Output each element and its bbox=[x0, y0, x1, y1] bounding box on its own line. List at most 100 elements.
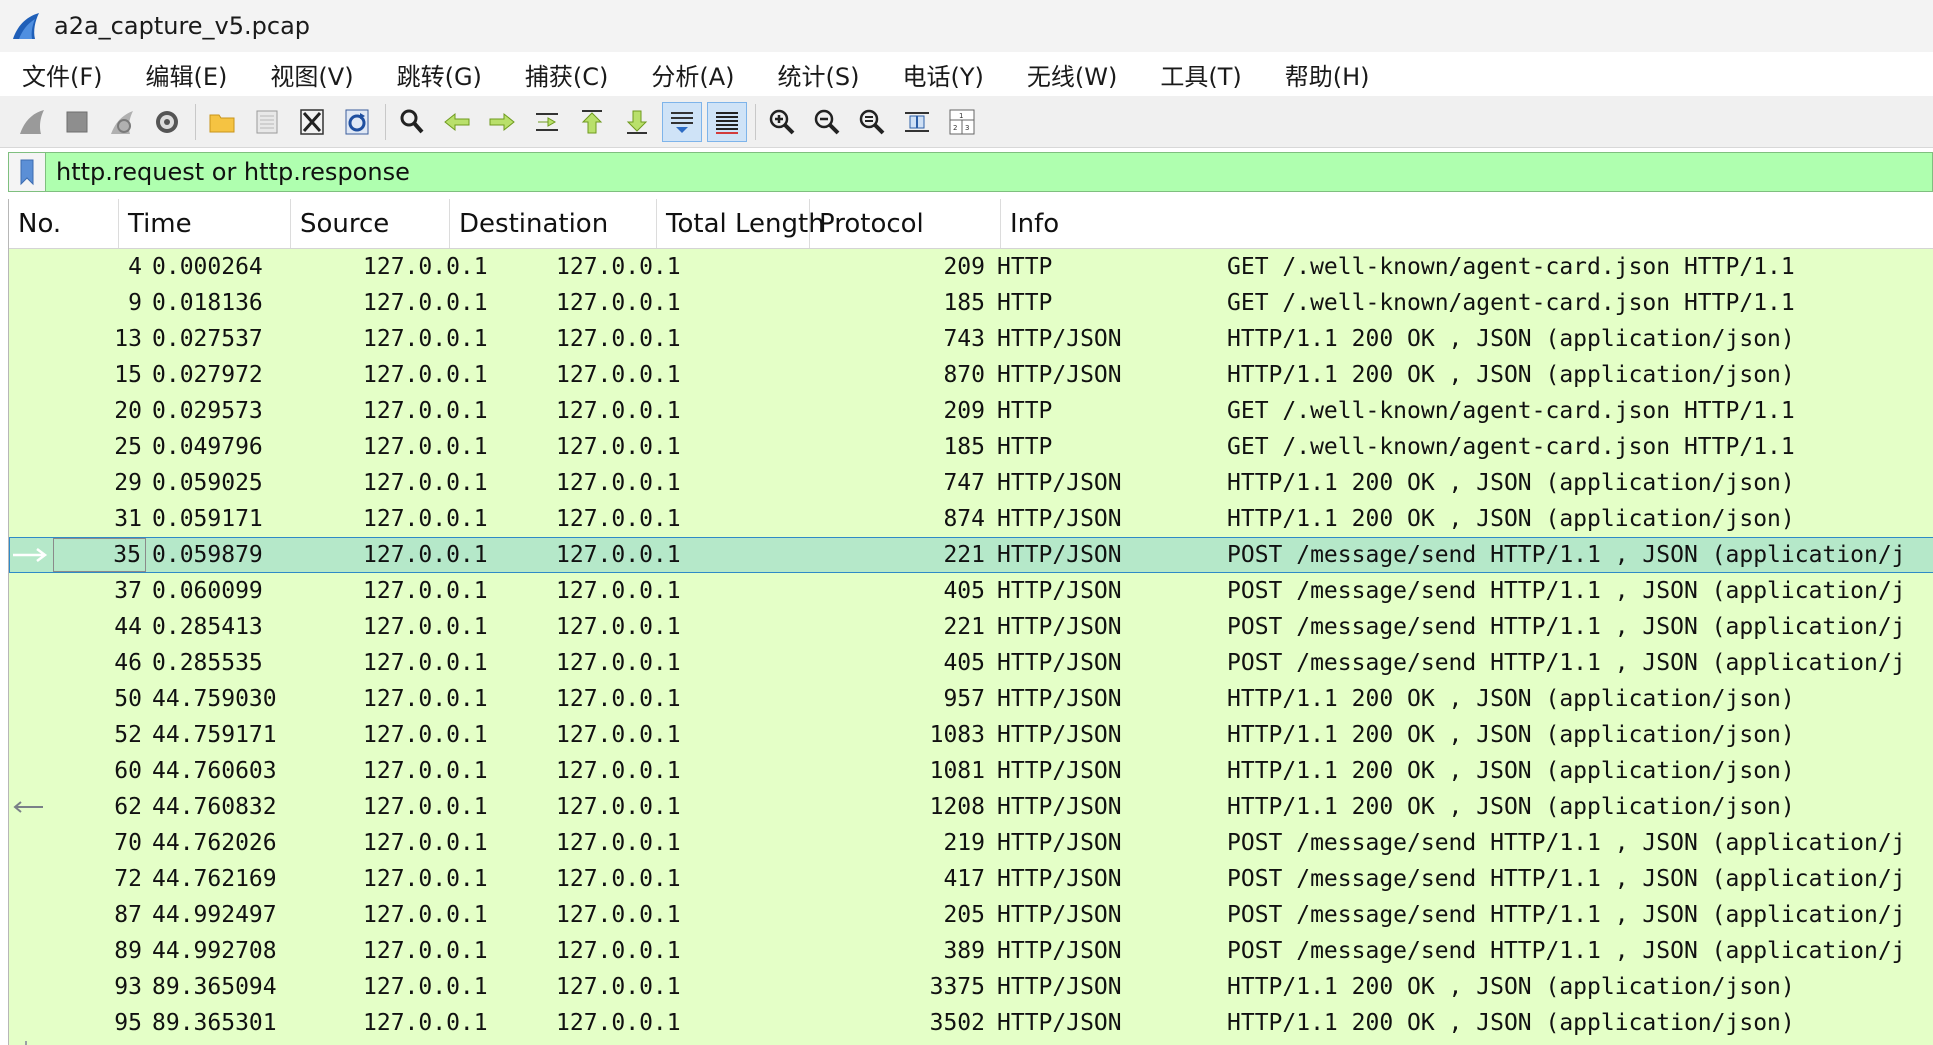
cell-no: 37 bbox=[114, 578, 142, 604]
cell-no: 72 bbox=[114, 866, 142, 892]
table-row[interactable]: 52 44.759171 127.0.0.1 127.0.0.1 1083 HT… bbox=[9, 717, 1933, 753]
cell-destination: 127.0.0.1 bbox=[556, 470, 681, 496]
table-row[interactable]: 4 0.000264 127.0.0.1 127.0.0.1 209 HTTP … bbox=[9, 249, 1933, 285]
table-row[interactable]: 37 0.060099 127.0.0.1 127.0.0.1 405 HTTP… bbox=[9, 573, 1933, 609]
cell-source: 127.0.0.1 bbox=[363, 470, 488, 496]
go-first-icon[interactable] bbox=[572, 102, 612, 142]
menu-telephony[interactable]: 电话(Y) bbox=[881, 57, 1005, 92]
table-row[interactable]: 29 0.059025 127.0.0.1 127.0.0.1 747 HTTP… bbox=[9, 465, 1933, 501]
zoom-in-icon[interactable] bbox=[762, 102, 802, 142]
column-header-info[interactable]: Info bbox=[1001, 199, 1933, 248]
cell-protocol: HTTP/JSON bbox=[997, 1010, 1122, 1036]
display-filter-bar bbox=[8, 152, 1933, 192]
cell-total-length: 209 bbox=[943, 398, 985, 424]
table-row[interactable]: 13 0.027537 127.0.0.1 127.0.0.1 743 HTTP… bbox=[9, 321, 1933, 357]
cell-time: 0.029573 bbox=[152, 398, 263, 424]
table-row[interactable]: 62 44.760832 127.0.0.1 127.0.0.1 1208 HT… bbox=[9, 789, 1933, 825]
zoom-out-icon[interactable] bbox=[807, 102, 847, 142]
colorize-icon[interactable] bbox=[707, 101, 747, 142]
menu-wireless[interactable]: 无线(W) bbox=[1005, 57, 1138, 92]
menu-capture[interactable]: 捕获(C) bbox=[503, 57, 629, 92]
table-row[interactable]: 70 44.762026 127.0.0.1 127.0.0.1 219 HTT… bbox=[9, 825, 1933, 861]
cell-no: 60 bbox=[114, 758, 142, 784]
table-row[interactable]: 50 44.759030 127.0.0.1 127.0.0.1 957 HTT… bbox=[9, 681, 1933, 717]
close-file-icon[interactable] bbox=[292, 102, 332, 142]
layout-panes-icon[interactable]: 123 bbox=[942, 102, 982, 142]
cell-source: 127.0.0.1 bbox=[363, 578, 488, 604]
toolbar-separator bbox=[755, 103, 756, 140]
cell-total-length: 1208 bbox=[929, 794, 985, 820]
cell-time: 0.049796 bbox=[152, 434, 263, 460]
filter-bookmark-icon[interactable] bbox=[9, 153, 46, 191]
cell-source: 127.0.0.1 bbox=[363, 650, 488, 676]
cell-total-length: 389 bbox=[943, 938, 985, 964]
cell-no: 13 bbox=[114, 326, 142, 352]
cell-total-length: 1081 bbox=[929, 758, 985, 784]
menu-go[interactable]: 跳转(G) bbox=[375, 57, 503, 92]
table-row[interactable]: 60 44.760603 127.0.0.1 127.0.0.1 1081 HT… bbox=[9, 753, 1933, 789]
reload-file-icon[interactable] bbox=[337, 102, 377, 142]
cell-time: 0.059025 bbox=[152, 470, 263, 496]
find-packet-icon[interactable] bbox=[392, 102, 432, 142]
auto-scroll-icon[interactable] bbox=[662, 101, 702, 142]
cell-destination: 127.0.0.1 bbox=[556, 938, 681, 964]
table-row[interactable]: 15 0.027972 127.0.0.1 127.0.0.1 870 HTTP… bbox=[9, 357, 1933, 393]
cell-source: 127.0.0.1 bbox=[363, 542, 488, 568]
save-file-icon[interactable] bbox=[247, 102, 287, 142]
menu-statistics[interactable]: 统计(S) bbox=[756, 57, 881, 92]
table-row[interactable]: 93 89.365094 127.0.0.1 127.0.0.1 3375 HT… bbox=[9, 969, 1933, 1005]
cell-info: HTTP/1.1 200 OK , JSON (application/json… bbox=[1227, 1010, 1795, 1036]
cell-protocol: HTTP bbox=[997, 254, 1053, 280]
restart-icon[interactable] bbox=[102, 102, 142, 142]
capture-options-icon[interactable] bbox=[147, 102, 187, 142]
table-row[interactable]: 95 89.365301 127.0.0.1 127.0.0.1 3502 HT… bbox=[9, 1005, 1933, 1041]
table-row[interactable]: 31 0.059171 127.0.0.1 127.0.0.1 874 HTTP… bbox=[9, 501, 1933, 537]
table-row[interactable]: 20 0.029573 127.0.0.1 127.0.0.1 209 HTTP… bbox=[9, 393, 1933, 429]
display-filter-input[interactable] bbox=[46, 153, 1932, 191]
resize-columns-icon[interactable] bbox=[897, 102, 937, 142]
cell-info: HTTP/1.1 200 OK , JSON (application/json… bbox=[1227, 326, 1795, 352]
table-row[interactable]: 9 0.018136 127.0.0.1 127.0.0.1 185 HTTP … bbox=[9, 285, 1933, 321]
go-back-icon[interactable] bbox=[437, 102, 477, 142]
cell-no: 25 bbox=[114, 434, 142, 460]
cell-destination: 127.0.0.1 bbox=[556, 542, 681, 568]
cell-time: 44.760832 bbox=[152, 794, 277, 820]
open-folder-icon[interactable] bbox=[202, 102, 242, 142]
cell-info: HTTP/1.1 200 OK , JSON (application/json… bbox=[1227, 470, 1795, 496]
menu-tools[interactable]: 工具(T) bbox=[1138, 57, 1262, 92]
table-row[interactable]: 25 0.049796 127.0.0.1 127.0.0.1 185 HTTP… bbox=[9, 429, 1933, 465]
column-header-destination[interactable]: Destination bbox=[450, 199, 657, 248]
table-row[interactable]: 46 0.285535 127.0.0.1 127.0.0.1 405 HTTP… bbox=[9, 645, 1933, 681]
cell-protocol: HTTP/JSON bbox=[997, 794, 1122, 820]
go-forward-icon[interactable] bbox=[482, 102, 522, 142]
cell-protocol: HTTP/JSON bbox=[997, 362, 1122, 388]
column-header-total-length[interactable]: Total Length bbox=[657, 199, 825, 248]
cell-source: 127.0.0.1 bbox=[363, 758, 488, 784]
menu-file[interactable]: 文件(F) bbox=[0, 57, 124, 92]
cell-no: 87 bbox=[114, 902, 142, 928]
menu-view[interactable]: 视图(V) bbox=[248, 57, 374, 92]
table-row[interactable]: 89 44.992708 127.0.0.1 127.0.0.1 389 HTT… bbox=[9, 933, 1933, 969]
cell-total-length: 209 bbox=[943, 254, 985, 280]
table-row[interactable]: 35 0.059879 127.0.0.1 127.0.0.1 221 HTTP… bbox=[9, 537, 1933, 573]
table-row[interactable]: 72 44.762169 127.0.0.1 127.0.0.1 417 HTT… bbox=[9, 861, 1933, 897]
menu-edit[interactable]: 编辑(E) bbox=[124, 57, 249, 92]
stop-icon[interactable] bbox=[57, 102, 97, 142]
column-header-no[interactable]: No. bbox=[9, 199, 119, 248]
column-header-protocol[interactable]: Protocol bbox=[810, 199, 1001, 248]
column-header-time[interactable]: Time bbox=[119, 199, 291, 248]
cell-protocol: HTTP/JSON bbox=[997, 650, 1122, 676]
toolbar-separator bbox=[385, 103, 386, 140]
menu-help[interactable]: 帮助(H) bbox=[1263, 57, 1391, 92]
menu-analyze[interactable]: 分析(A) bbox=[629, 57, 755, 92]
cell-destination: 127.0.0.1 bbox=[556, 254, 681, 280]
shark-fin-start-icon[interactable] bbox=[12, 102, 52, 142]
cell-no: 93 bbox=[114, 974, 142, 1000]
table-row[interactable]: 87 44.992497 127.0.0.1 127.0.0.1 205 HTT… bbox=[9, 897, 1933, 933]
go-to-packet-icon[interactable] bbox=[527, 102, 567, 142]
cell-protocol: HTTP/JSON bbox=[997, 614, 1122, 640]
column-header-source[interactable]: Source bbox=[291, 199, 450, 248]
zoom-reset-icon[interactable] bbox=[852, 102, 892, 142]
table-row[interactable]: 44 0.285413 127.0.0.1 127.0.0.1 221 HTTP… bbox=[9, 609, 1933, 645]
go-last-icon[interactable] bbox=[617, 102, 657, 142]
